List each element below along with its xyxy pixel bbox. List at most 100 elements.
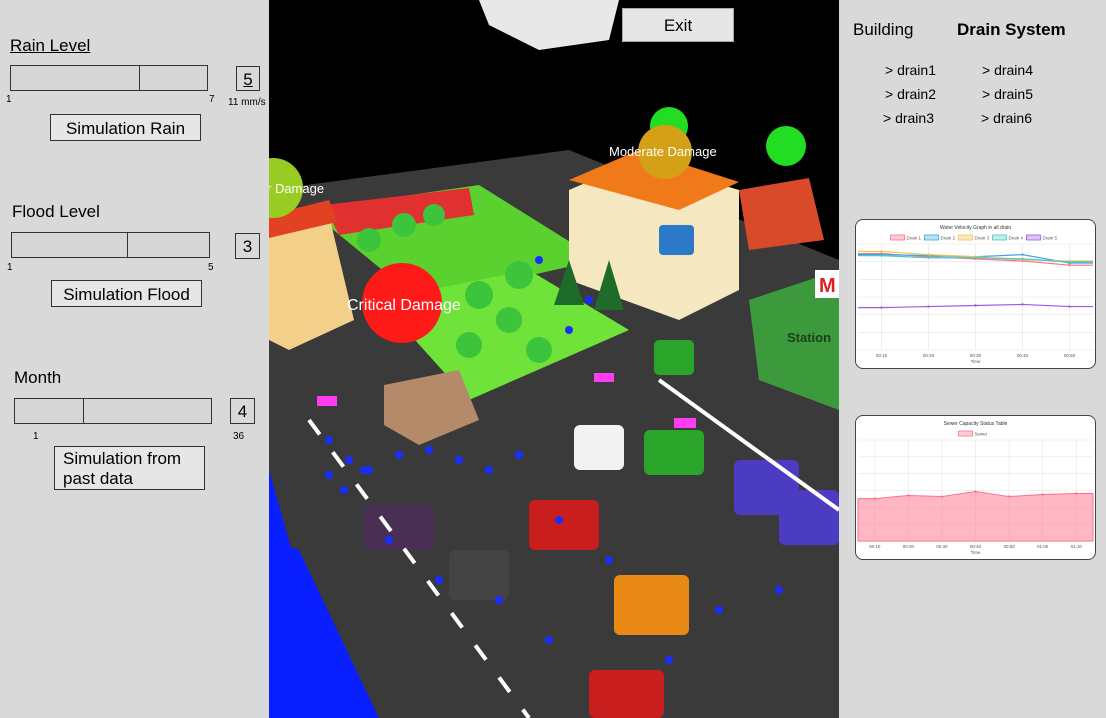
legend-label: Drain 5 <box>1043 236 1058 241</box>
month-max-label: 36 <box>233 431 245 442</box>
flood-value: 3 <box>235 233 260 259</box>
drain-item-3[interactable]: > drain3 <box>883 110 934 126</box>
city-simulation-view[interactable]: Moderate Damage Critical Damage r Damage… <box>269 0 839 718</box>
tree <box>505 261 533 289</box>
tree <box>392 213 416 237</box>
drain-item-5[interactable]: > drain5 <box>982 86 1033 102</box>
tree <box>423 204 445 226</box>
drain-item-2[interactable]: > drain2 <box>885 86 936 102</box>
drain-item-4[interactable]: > drain4 <box>982 62 1033 78</box>
drain-item-6[interactable]: > drain6 <box>981 110 1032 126</box>
legend-label: Sewer <box>975 432 988 437</box>
drain-item-1[interactable]: > drain1 <box>885 62 936 78</box>
data-point <box>927 256 930 259</box>
exit-button[interactable]: Exit <box>622 8 734 42</box>
tab-drain-system[interactable]: Drain System <box>957 20 1066 40</box>
x-tick-label: 00:50 <box>1064 353 1076 358</box>
x-tick-label: 00:50 <box>1003 544 1015 549</box>
data-point <box>880 250 883 253</box>
data-point <box>940 495 944 498</box>
car-purple-2 <box>779 490 839 545</box>
x-tick-label: 00:10 <box>869 544 881 549</box>
x-tick-label: 00:40 <box>970 544 982 549</box>
marker-tile <box>594 373 614 382</box>
legend-label: Drain 4 <box>1009 236 1024 241</box>
month-slider[interactable] <box>14 398 212 424</box>
tree <box>357 228 381 252</box>
data-point <box>880 306 883 309</box>
data-point <box>1007 495 1011 498</box>
tree <box>456 332 482 358</box>
simulation-flood-button[interactable]: Simulation Flood <box>51 280 202 307</box>
past-data-line2: past data <box>63 469 133 488</box>
flood-slider-thumb[interactable] <box>127 233 128 257</box>
damage-indicator-minor[interactable] <box>766 126 806 166</box>
legend-label: Drain 3 <box>975 236 990 241</box>
marker-tile <box>674 418 696 428</box>
rain-level-slider[interactable] <box>10 65 208 91</box>
data-point <box>974 490 977 493</box>
x-axis-label: Time <box>971 359 981 364</box>
legend-label: Drain 1 <box>907 236 922 241</box>
data-point <box>880 254 883 257</box>
data-point <box>1021 303 1024 306</box>
cloud <box>479 0 619 50</box>
rain-min-label: 1 <box>6 94 12 105</box>
car-green <box>644 430 704 475</box>
legend-swatch <box>958 430 973 437</box>
data-point <box>1068 260 1071 264</box>
x-tick-label: 00:30 <box>936 544 948 549</box>
legend-swatch <box>958 234 973 241</box>
legend-label: Drain 2 <box>941 236 956 241</box>
water-velocity-chart: Water Velocity Graph in all drain Drain 1… <box>858 225 1093 364</box>
car-orange <box>614 575 689 635</box>
flood-min-label: 1 <box>7 262 13 273</box>
store-sign: M <box>819 275 836 297</box>
series-area-sewer <box>857 491 1094 542</box>
rain-slider-thumb[interactable] <box>139 66 140 90</box>
x-tick-label: 00:40 <box>1017 353 1029 358</box>
car-dark <box>364 505 434 550</box>
simulation-rain-button[interactable]: Simulation Rain <box>50 114 201 141</box>
rain-level-title: Rain Level <box>10 36 91 55</box>
water-velocity-chart-card: Water Velocity Graph in all drain Drain 1… <box>855 219 1096 369</box>
moderate-damage-label: Moderate Damage <box>609 144 717 159</box>
x-tick-label: 00:10 <box>876 353 888 358</box>
tab-building[interactable]: Building <box>853 20 914 40</box>
control-panel: Rain Level 1 7 5 11 mm/s Simulation Rain… <box>0 0 269 718</box>
rain-value: 5 <box>236 66 260 91</box>
data-point <box>1068 305 1071 308</box>
month-slider-thumb[interactable] <box>83 399 84 423</box>
data-point <box>1021 257 1024 261</box>
legend-swatch <box>924 234 939 241</box>
data-point <box>1075 492 1078 495</box>
tree <box>465 281 493 309</box>
car-red-2 <box>589 670 664 718</box>
car-white <box>574 425 624 470</box>
marker-tile <box>317 396 337 406</box>
legend-swatch <box>890 234 905 241</box>
month-min-label: 1 <box>33 431 39 442</box>
station-sign: Station <box>787 330 831 345</box>
data-point <box>1068 264 1071 267</box>
car-grey <box>449 550 509 600</box>
critical-damage-label: Critical Damage <box>347 297 461 314</box>
flood-level-slider[interactable] <box>11 232 210 258</box>
x-axis-label: Time <box>971 550 981 555</box>
data-point <box>907 494 910 497</box>
sewer-capacity-chart-card: Sewer Capacity Status Table Sewer 00:10 00:… <box>855 415 1096 560</box>
car-blue <box>659 225 694 255</box>
rain-max-label: 7 <box>209 94 215 105</box>
legend-swatch <box>992 234 1007 241</box>
month-title: Month <box>14 368 62 387</box>
chart-title: Sewer Capacity Status Table <box>944 421 1008 427</box>
data-point <box>927 253 930 256</box>
car-red <box>529 500 599 550</box>
legend-swatch <box>1026 234 1041 241</box>
simulation-past-data-button[interactable]: Simulation from past data <box>54 446 205 490</box>
info-panel: Building Drain System > drain1 > drain4 … <box>839 0 1106 718</box>
month-value: 4 <box>230 398 255 424</box>
data-point <box>927 305 930 308</box>
data-point <box>974 304 977 307</box>
car-green-2 <box>654 340 694 375</box>
